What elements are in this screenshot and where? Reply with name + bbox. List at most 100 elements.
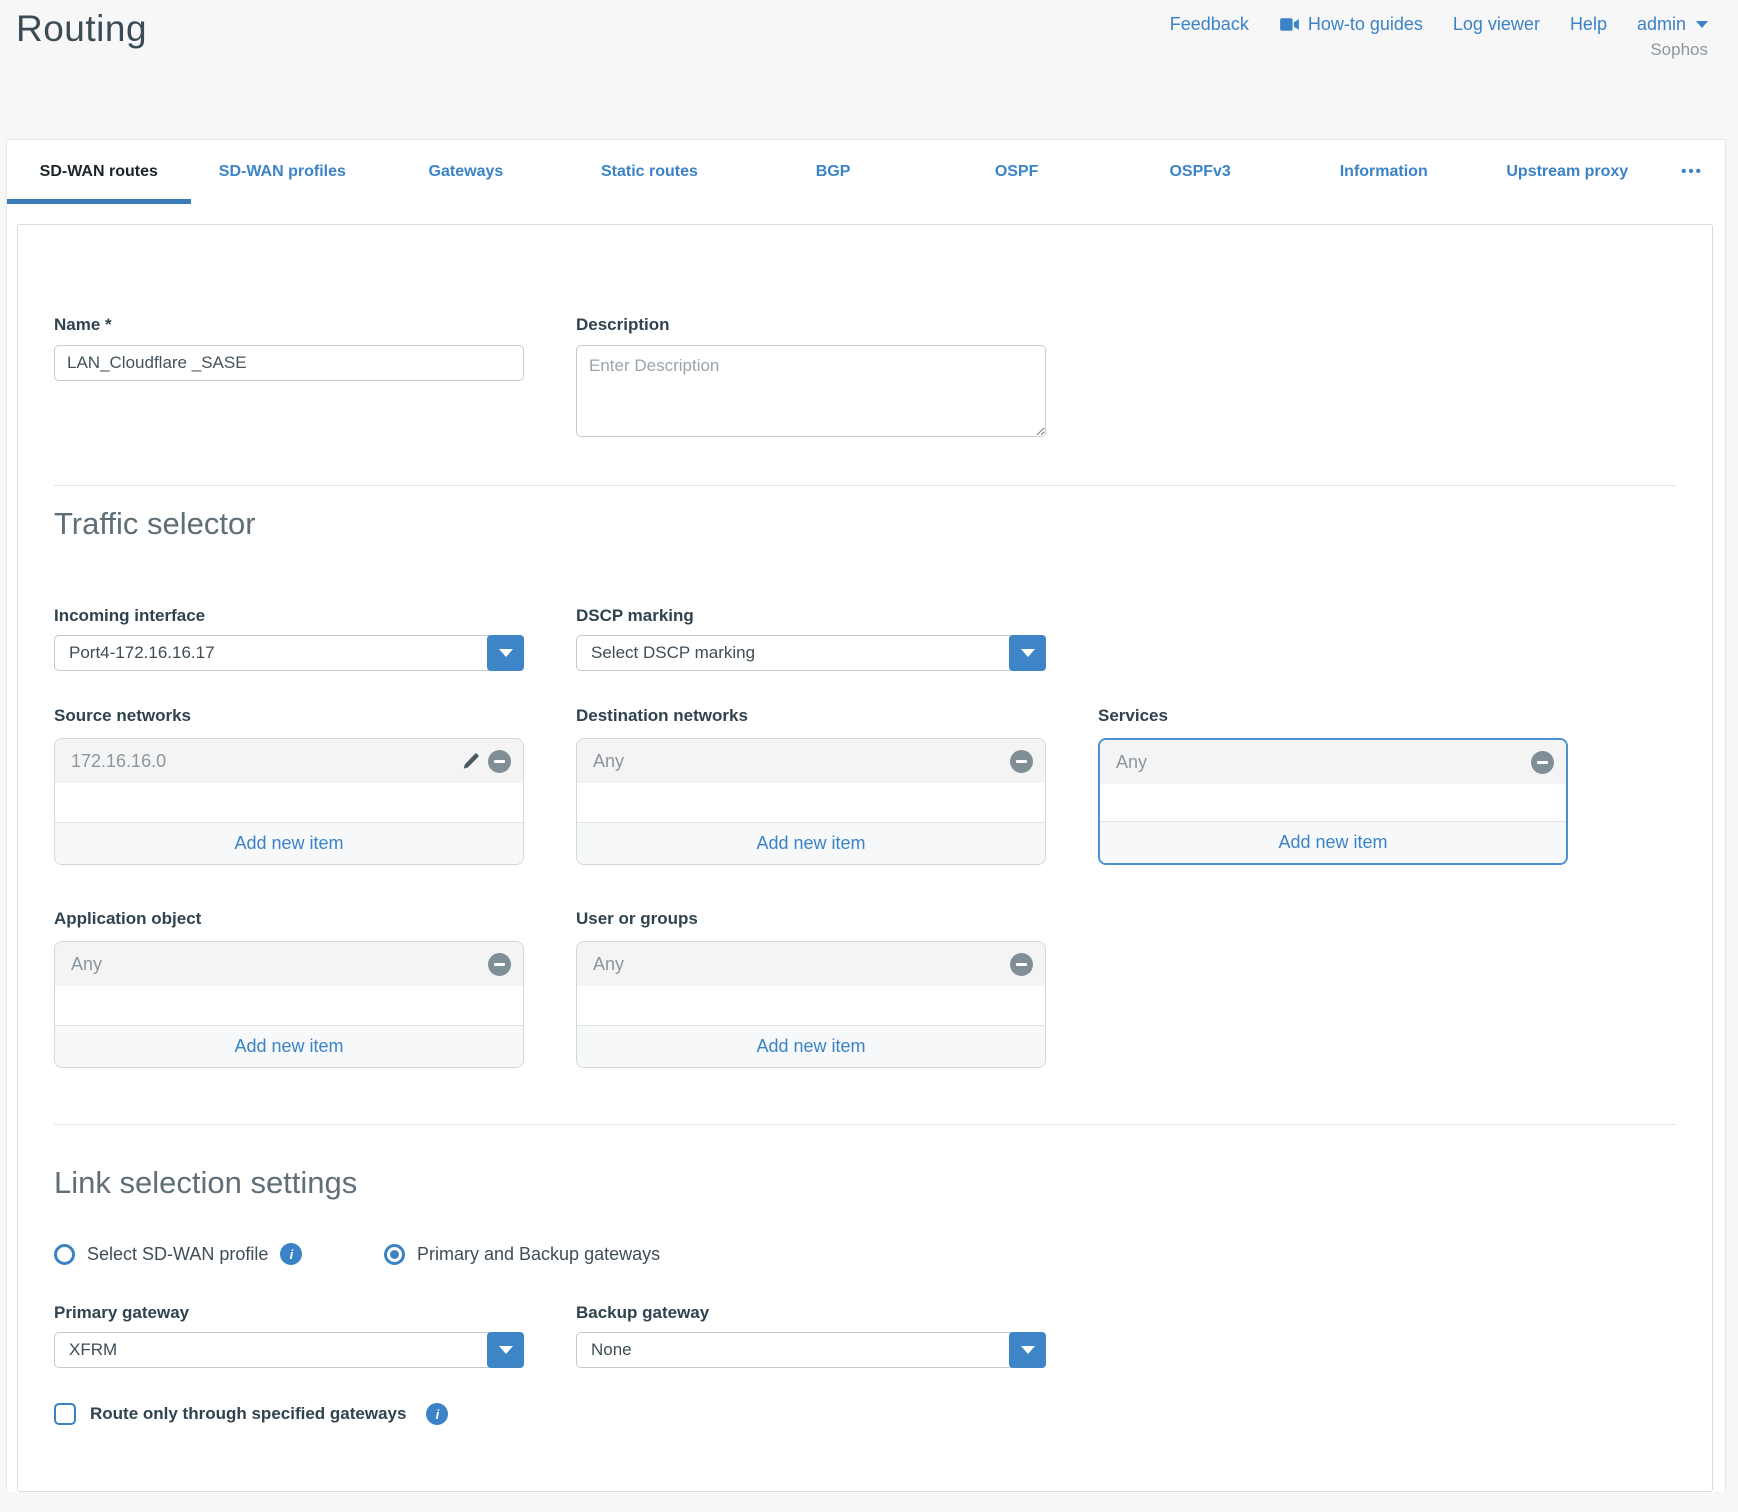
route-only-checkbox[interactable] — [54, 1403, 76, 1425]
chevron-down-icon — [499, 1346, 513, 1354]
source-networks-add-button[interactable]: Add new item — [55, 822, 523, 864]
services-box: Any Add new item — [1098, 738, 1568, 865]
sdwan-profile-radio-group: Select SD-WAN profile i — [54, 1243, 384, 1265]
primary-gateway-dropdown-button[interactable] — [487, 1332, 524, 1368]
log-viewer-link[interactable]: Log viewer — [1453, 14, 1540, 35]
remove-icon[interactable] — [488, 953, 511, 976]
chevron-down-icon — [1696, 21, 1708, 28]
dscp-marking-value: Select DSCP marking — [577, 643, 755, 663]
backup-gateway-value: None — [577, 1340, 632, 1360]
tab-information[interactable]: Information — [1292, 140, 1476, 204]
description-textarea[interactable] — [576, 345, 1046, 437]
item-box-spacer — [577, 986, 1045, 1025]
admin-menu-label: admin — [1637, 14, 1686, 35]
destination-networks-label: Destination networks — [576, 706, 1046, 728]
incoming-interface-dropdown-button[interactable] — [487, 635, 524, 671]
remove-icon[interactable] — [1531, 751, 1554, 774]
networks-row: Source networks 172.16.16.0 Add new item — [54, 706, 1676, 865]
tab-ospf[interactable]: OSPF — [925, 140, 1109, 204]
tabs-overflow-button[interactable]: ••• — [1659, 140, 1725, 204]
name-input[interactable] — [54, 345, 524, 381]
link-selection-heading: Link selection settings — [54, 1165, 1676, 1201]
info-icon[interactable]: i — [280, 1243, 302, 1265]
list-item: Any — [1100, 740, 1566, 784]
remove-icon[interactable] — [488, 750, 511, 773]
primary-gateway-label: Primary gateway — [54, 1303, 524, 1325]
page-header: Routing Feedback How-to guides Log viewe… — [0, 0, 1738, 139]
feedback-link[interactable]: Feedback — [1170, 14, 1249, 35]
tab-sdwan-profiles[interactable]: SD-WAN profiles — [191, 140, 375, 204]
dscp-marking-label: DSCP marking — [576, 606, 1046, 628]
interface-row: Incoming interface Port4-172.16.16.17 DS… — [54, 606, 1676, 671]
info-icon[interactable]: i — [426, 1403, 448, 1425]
source-networks-box: 172.16.16.0 Add new item — [54, 738, 524, 865]
primary-gateway-dropdown[interactable]: XFRM — [54, 1332, 524, 1368]
tab-upstream-proxy[interactable]: Upstream proxy — [1476, 140, 1660, 204]
user-or-groups-value: Any — [593, 954, 1010, 975]
chevron-down-icon — [1021, 1346, 1035, 1354]
item-box-spacer — [577, 783, 1045, 822]
user-or-groups-label: User or groups — [576, 909, 1046, 931]
tab-bgp[interactable]: BGP — [741, 140, 925, 204]
route-only-row: Route only through specified gateways i — [54, 1403, 1676, 1425]
section-divider — [54, 1124, 1676, 1125]
tab-static-routes[interactable]: Static routes — [558, 140, 742, 204]
chevron-down-icon — [499, 649, 513, 657]
section-divider — [54, 485, 1676, 486]
backup-gateway-label: Backup gateway — [576, 1303, 1046, 1325]
page-title: Routing — [16, 8, 147, 50]
main-panel: SD-WAN routes SD-WAN profiles Gateways S… — [6, 139, 1726, 1492]
destination-networks-add-button[interactable]: Add new item — [577, 822, 1045, 864]
backup-gateway-dropdown-button[interactable] — [1009, 1332, 1046, 1368]
tab-ospfv3[interactable]: OSPFv3 — [1108, 140, 1292, 204]
destination-network-value: Any — [593, 751, 1010, 772]
video-camera-icon — [1279, 17, 1300, 32]
services-add-button[interactable]: Add new item — [1100, 821, 1566, 863]
user-or-groups-add-button[interactable]: Add new item — [577, 1025, 1045, 1067]
incoming-interface-dropdown[interactable]: Port4-172.16.16.17 — [54, 635, 524, 671]
help-link[interactable]: Help — [1570, 14, 1607, 35]
application-object-box: Any Add new item — [54, 941, 524, 1068]
list-item: 172.16.16.0 — [55, 739, 523, 783]
edit-icon[interactable] — [461, 752, 480, 771]
objects-row: Application object Any Add new item User… — [54, 909, 1676, 1068]
item-box-spacer — [1100, 784, 1566, 821]
remove-icon[interactable] — [1010, 750, 1033, 773]
backup-gateway-dropdown[interactable]: None — [576, 1332, 1046, 1368]
howto-guides-label: How-to guides — [1308, 14, 1423, 35]
services-label: Services — [1098, 706, 1568, 728]
destination-networks-box: Any Add new item — [576, 738, 1046, 865]
howto-guides-link[interactable]: How-to guides — [1279, 14, 1423, 35]
chevron-down-icon — [1021, 649, 1035, 657]
source-network-value: 172.16.16.0 — [71, 751, 461, 772]
sdwan-profile-radio-label: Select SD-WAN profile — [87, 1244, 268, 1265]
source-networks-label: Source networks — [54, 706, 524, 728]
incoming-interface-value: Port4-172.16.16.17 — [55, 643, 215, 663]
tab-bar: SD-WAN routes SD-WAN profiles Gateways S… — [7, 140, 1725, 204]
item-box-spacer — [55, 986, 523, 1025]
item-actions — [1531, 751, 1554, 774]
gateways-row: Primary gateway XFRM Backup gateway None — [54, 1303, 1676, 1368]
remove-icon[interactable] — [1010, 953, 1033, 976]
list-item: Any — [577, 942, 1045, 986]
application-object-add-button[interactable]: Add new item — [55, 1025, 523, 1067]
application-object-label: Application object — [54, 909, 524, 931]
sdwan-profile-radio[interactable] — [54, 1244, 75, 1265]
primary-gateway-value: XFRM — [55, 1340, 117, 1360]
dscp-marking-dropdown-button[interactable] — [1009, 635, 1046, 671]
route-only-label: Route only through specified gateways — [90, 1404, 406, 1424]
item-actions — [1010, 953, 1033, 976]
item-actions — [1010, 750, 1033, 773]
tab-gateways[interactable]: Gateways — [374, 140, 558, 204]
name-label: Name * — [54, 315, 524, 337]
tab-sdwan-routes[interactable]: SD-WAN routes — [7, 140, 191, 204]
primary-backup-radio[interactable] — [384, 1244, 405, 1265]
list-item: Any — [55, 942, 523, 986]
dscp-marking-dropdown[interactable]: Select DSCP marking — [576, 635, 1046, 671]
admin-menu[interactable]: admin — [1637, 14, 1708, 35]
link-selection-radio-row: Select SD-WAN profile i Primary and Back… — [54, 1243, 1676, 1265]
incoming-interface-label: Incoming interface — [54, 606, 524, 628]
primary-backup-radio-label: Primary and Backup gateways — [417, 1244, 660, 1265]
primary-backup-radio-group: Primary and Backup gateways — [384, 1244, 660, 1265]
services-value: Any — [1116, 752, 1531, 773]
